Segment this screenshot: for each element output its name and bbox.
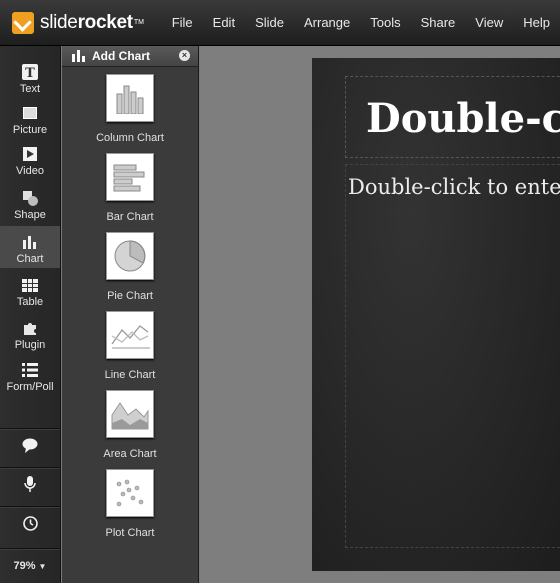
clock-icon [22,515,38,536]
bar-chart-label: Bar Chart [106,211,154,223]
zoom-value: 79% [13,560,36,572]
tool-text[interactable]: T Text [0,56,60,98]
area-chart-icon [106,390,154,438]
bar-chart-option[interactable]: Bar Chart [62,153,198,232]
tool-video-label: Video [16,165,44,177]
tool-table[interactable]: Table [0,269,60,311]
slide-title-text: Double-click to enter title [366,95,560,142]
area-chart-label: Area Chart [103,448,157,460]
panel-title: Add Chart [92,49,150,63]
audio-button[interactable] [0,467,60,505]
area-chart-option[interactable]: Area Chart [62,390,198,469]
comments-button[interactable] [0,428,60,466]
column-chart-icon [106,74,154,122]
slide-canvas[interactable]: Double-click to enter title Double-click… [312,58,560,571]
main-menu: File Edit Slide Arrange Tools Share View… [162,0,560,46]
menu-edit[interactable]: Edit [203,0,245,46]
form-poll-icon [22,362,38,378]
tool-form-poll-label: Form/Poll [6,381,54,393]
column-chart-label: Column Chart [96,132,164,144]
text-icon: T [22,64,38,80]
trademark: TM [133,19,144,26]
slide-body-text: Double-click to enter text [348,175,560,199]
tool-plugin[interactable]: Plugin [0,312,60,354]
menu-arrange[interactable]: Arrange [294,0,360,46]
menu-view[interactable]: View [465,0,513,46]
shape-icon [22,190,38,206]
pie-chart-label: Pie Chart [107,290,153,302]
line-chart-icon [106,311,154,359]
svg-text:T: T [25,66,35,80]
menu-help[interactable]: Help [513,0,560,46]
video-icon [23,146,37,162]
tool-form-poll[interactable]: Form/Poll [0,354,60,396]
panel-header: Add Chart × [62,46,198,67]
tool-rail: T Text Picture Video Shape Chart Table P… [0,46,61,583]
microphone-icon [24,476,36,497]
logo-icon [12,11,34,34]
table-icon [22,277,38,293]
logo-text: sliderocket [40,11,133,33]
sliderocket-logo: sliderocket TM [0,0,162,46]
tool-shape[interactable]: Shape [0,182,60,224]
plot-chart-icon [106,469,154,517]
title-placeholder[interactable]: Double-click to enter title [345,76,560,158]
column-chart-option[interactable]: Column Chart [62,74,198,153]
line-chart-label: Line Chart [104,369,156,381]
menu-slide[interactable]: Slide [245,0,294,46]
menu-share[interactable]: Share [411,0,466,46]
bar-chart-icon [106,153,154,201]
chart-icon [72,50,86,62]
tool-video[interactable]: Video [0,138,60,180]
tool-shape-label: Shape [14,209,46,221]
tool-text-label: Text [19,83,41,95]
close-icon[interactable]: × [179,50,190,61]
plot-chart-label: Plot Chart [105,527,155,539]
body-placeholder[interactable]: Double-click to enter text [345,164,560,548]
menu-file[interactable]: File [162,0,203,46]
tool-picture-label: Picture [12,124,48,136]
pie-chart-icon [106,232,154,280]
tool-picture[interactable]: Picture [0,97,60,139]
timing-button[interactable] [0,506,60,544]
picture-icon [23,105,37,121]
pie-chart-option[interactable]: Pie Chart [62,232,198,311]
plugin-icon [22,320,38,336]
tool-plugin-label: Plugin [14,339,46,351]
chart-icon [22,234,38,250]
top-menu-bar: sliderocket TM File Edit Slide Arrange T… [0,0,560,46]
zoom-selector[interactable]: 79% ▼ [0,548,60,583]
tool-chart[interactable]: Chart [0,226,60,268]
speech-bubble-icon [22,438,38,458]
plot-chart-option[interactable]: Plot Chart [62,469,198,548]
tool-table-label: Table [16,296,44,308]
slide-workspace: Double-click to enter title Double-click… [200,46,560,583]
menu-tools[interactable]: Tools [360,0,410,46]
add-chart-panel: Add Chart × Column Chart Bar Chart Pie C… [62,46,199,583]
chevron-down-icon: ▼ [38,561,47,571]
line-chart-option[interactable]: Line Chart [62,311,198,390]
tool-chart-label: Chart [16,253,44,265]
